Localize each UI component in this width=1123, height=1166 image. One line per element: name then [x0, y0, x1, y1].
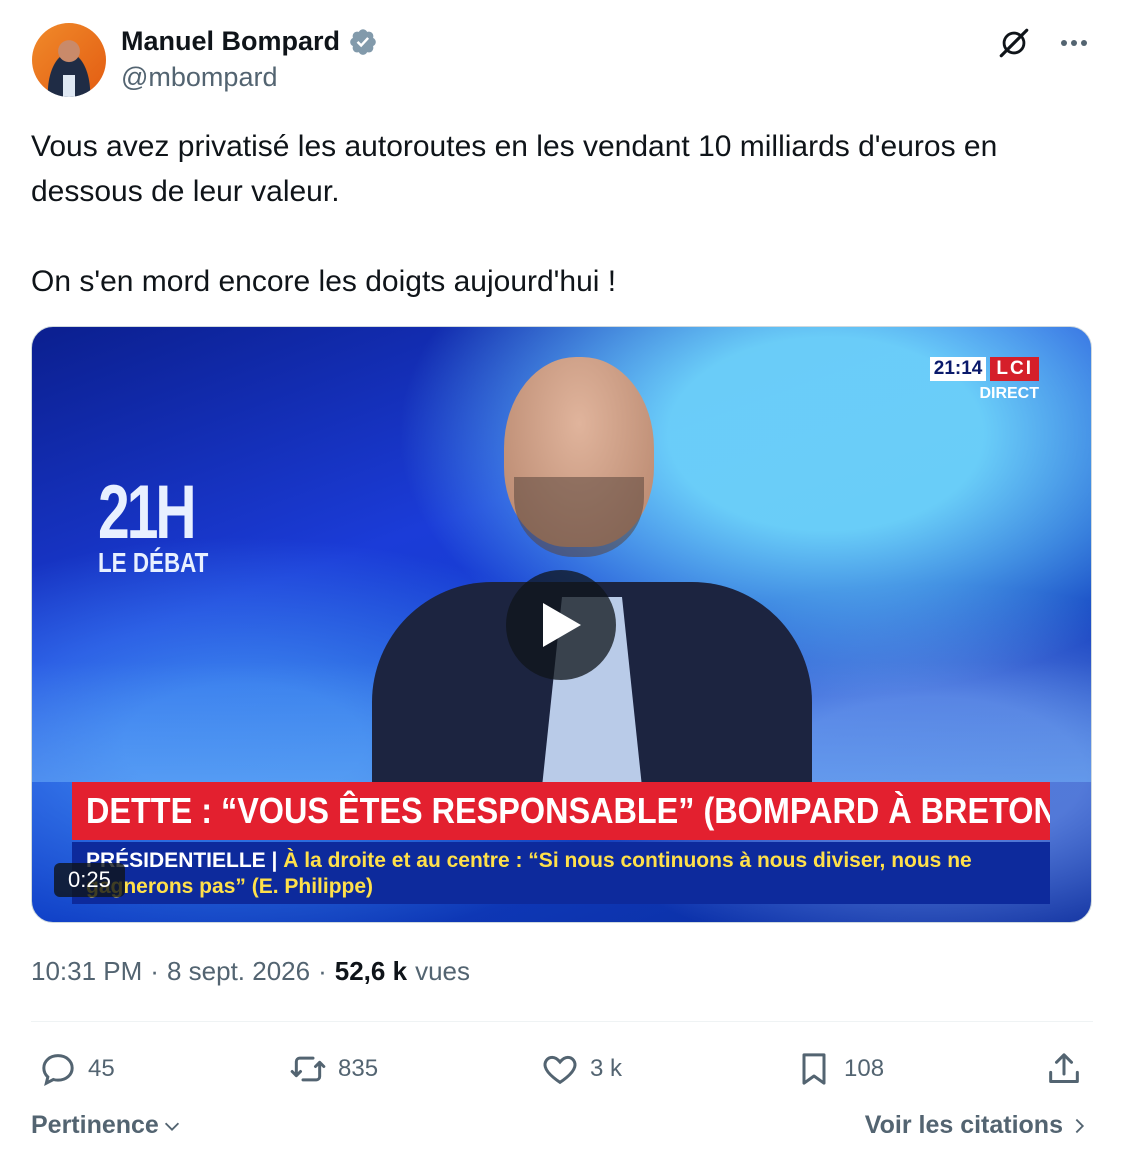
- chevron-down-icon: [164, 1122, 179, 1131]
- play-icon: [543, 603, 581, 647]
- live-label: DIRECT: [979, 385, 1039, 402]
- like-button[interactable]: 3 k: [540, 1044, 622, 1094]
- video-duration: 0:25: [54, 863, 125, 897]
- bookmark-button[interactable]: 108: [794, 1044, 884, 1094]
- heart-icon: [543, 1055, 577, 1085]
- speaker-beard: [514, 477, 644, 557]
- speaker-figure: [352, 357, 832, 792]
- channel-bug: 21:14 LCI DIRECT: [929, 357, 1039, 403]
- meta-separator: ·: [318, 956, 327, 986]
- divider: [31, 1021, 1093, 1022]
- reply-button[interactable]: 45: [38, 1044, 115, 1094]
- tweet-date[interactable]: 8 sept. 2026: [167, 956, 310, 987]
- headline-band: DETTE : “VOUS ÊTES RESPONSABLE” (BOMPARD…: [72, 782, 1050, 840]
- quotes-label: Voir les citations: [864, 1111, 1063, 1139]
- sort-label: Pertinence: [31, 1111, 159, 1139]
- author-display-name[interactable]: Manuel Bompard: [121, 26, 340, 57]
- views-count: 52,6 k: [334, 956, 408, 986]
- reply-icon: [42, 1054, 74, 1087]
- show-logo: 21H LE DÉBAT: [98, 475, 236, 579]
- verified-badge-icon: [350, 28, 376, 55]
- action-bar: 45 835 3 k 108: [38, 1044, 1090, 1094]
- share-button[interactable]: [1044, 1044, 1084, 1094]
- reply-count: 45: [88, 1055, 115, 1082]
- avatar[interactable]: [32, 23, 106, 97]
- subheadline-band: PRÉSIDENTIELLE | À la droite et au centr…: [72, 842, 1050, 904]
- author-name-row: Manuel Bompard: [121, 26, 378, 57]
- grok-icon[interactable]: [995, 24, 1033, 62]
- author-handle[interactable]: @mbompard: [121, 62, 277, 93]
- avatar-shirt: [63, 75, 75, 97]
- headline-text: DETTE : “VOUS ÊTES RESPONSABLE” (BOMPARD…: [86, 790, 1050, 831]
- views-label: vues: [415, 956, 470, 986]
- chevron-right-icon: [1075, 1118, 1085, 1133]
- show-logo-subtitle: LE DÉBAT: [98, 547, 209, 578]
- tweet-meta: 10:31 PM · 8 sept. 2026 · 52,6 k vues: [31, 956, 470, 987]
- share-icon: [1049, 1053, 1079, 1083]
- channel-logo: LCI: [990, 357, 1039, 381]
- show-logo-title: 21H: [98, 470, 197, 555]
- top-actions: [995, 24, 1093, 62]
- sort-dropdown[interactable]: Pertinence: [31, 1111, 183, 1140]
- video-player[interactable]: 21H LE DÉBAT 21:14 LCI DIRECT DETTE : “V…: [31, 326, 1092, 923]
- bookmark-count: 108: [844, 1055, 885, 1082]
- repost-button[interactable]: 835: [288, 1044, 378, 1094]
- repost-icon: [290, 1056, 326, 1082]
- tweet-time[interactable]: 10:31 PM: [31, 956, 142, 987]
- broadcast-clock: 21:14: [929, 357, 987, 381]
- tweet-text: Vous avez privatisé les autoroutes en le…: [31, 130, 998, 298]
- play-button[interactable]: [506, 570, 616, 680]
- view-quotes-link[interactable]: Voir les citations: [865, 1111, 1089, 1140]
- like-count: 3 k: [590, 1055, 623, 1082]
- meta-separator: ·: [150, 956, 159, 986]
- more-options-icon[interactable]: [1055, 24, 1093, 62]
- repost-count: 835: [338, 1055, 379, 1082]
- bookmark-icon: [802, 1053, 826, 1085]
